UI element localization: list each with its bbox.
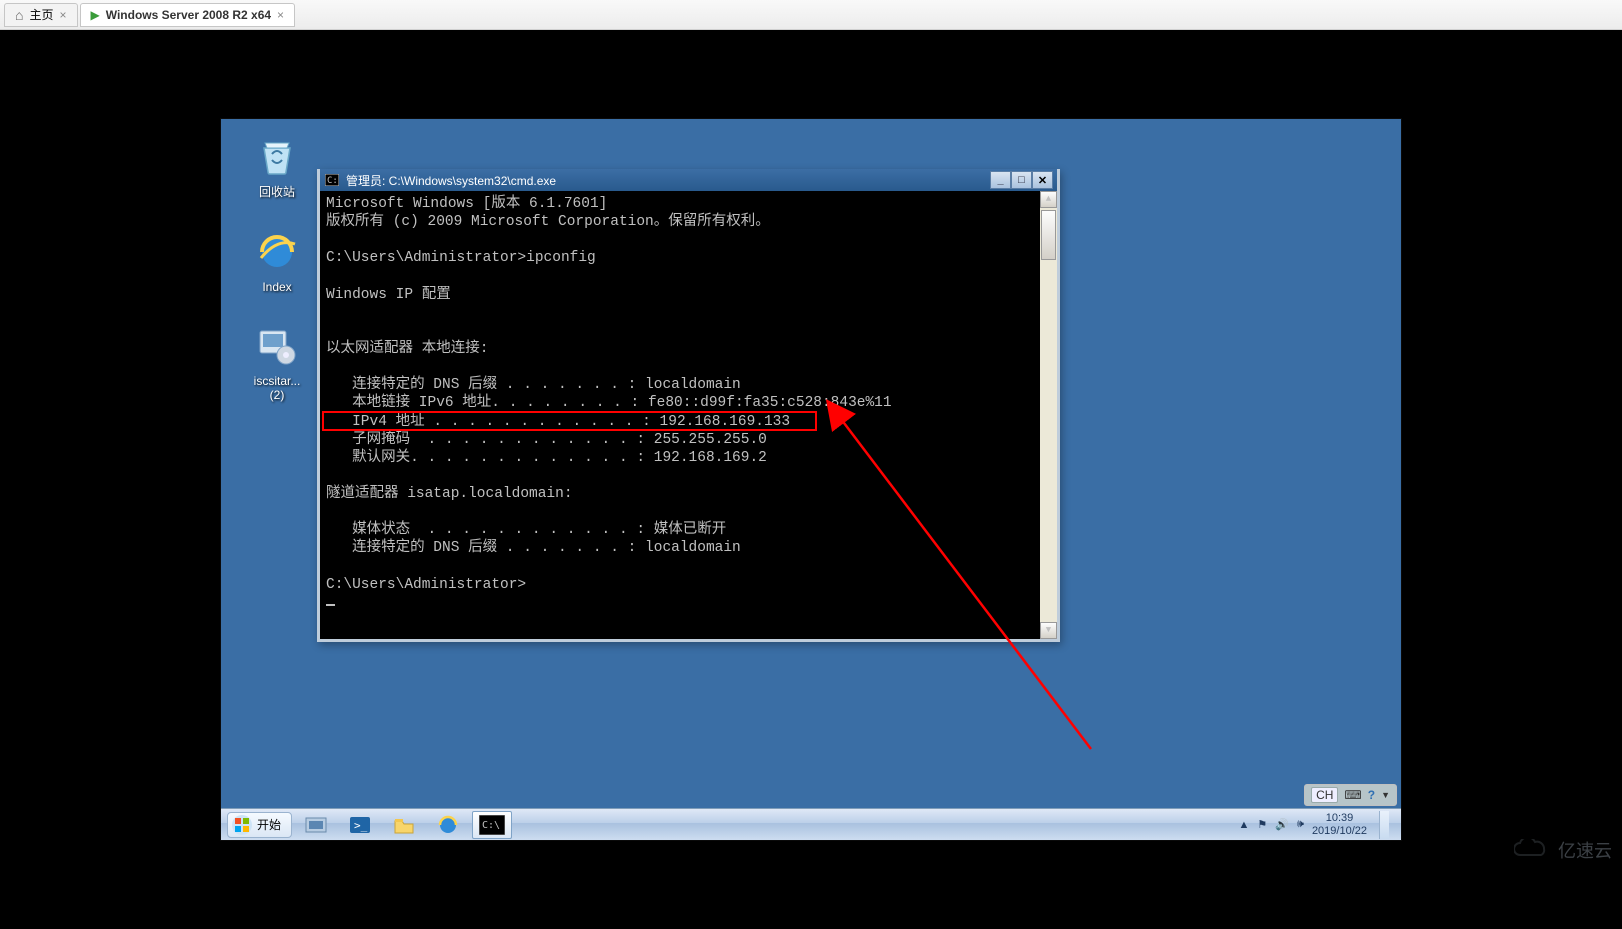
recycle-bin-icon [253, 131, 301, 179]
clock-date: 2019/10/22 [1312, 825, 1367, 837]
maximize-button[interactable]: □ [1011, 171, 1032, 189]
tray-expand-icon[interactable]: ▲ [1239, 819, 1250, 831]
desktop-icon-label: iscsitar... (2) [254, 374, 301, 402]
scroll-up-button[interactable]: ▲ [1040, 191, 1057, 208]
taskbar-item-ie[interactable] [428, 811, 468, 839]
tab-vm-label: Windows Server 2008 R2 x64 [106, 8, 271, 22]
help-icon[interactable]: ? [1368, 788, 1375, 802]
watermark-text: 亿速云 [1558, 837, 1612, 863]
desktop-icon-iscsitar[interactable]: iscsitar... (2) [237, 322, 317, 402]
tray-volume-icon[interactable]: 🔊 [1275, 818, 1289, 831]
cmd-scrollbar[interactable]: ▲ ▼ [1040, 191, 1057, 639]
svg-text:C:: C: [327, 176, 338, 186]
language-bar[interactable]: CH ⌨ ? ▼ [1304, 784, 1397, 806]
cmd-body[interactable]: Microsoft Windows [版本 6.1.7601] 版权所有 (c)… [320, 191, 1057, 639]
vm-monitor-icon: ▶ [91, 8, 100, 22]
cmd-output: Microsoft Windows [版本 6.1.7601] 版权所有 (c)… [326, 195, 1051, 594]
home-icon: ⌂ [15, 7, 23, 23]
clock-time: 10:39 [1312, 812, 1367, 824]
cmd-window[interactable]: C: 管理员: C:\Windows\system32\cmd.exe _ □ … [317, 169, 1060, 642]
watermark: 亿速云 [1514, 837, 1612, 863]
close-icon[interactable]: × [277, 8, 284, 22]
cmd-titlebar[interactable]: C: 管理员: C:\Windows\system32\cmd.exe _ □ … [320, 169, 1057, 191]
desktop-icon-recycle-bin[interactable]: 回收站 [237, 131, 317, 200]
cmd-icon: C: [324, 172, 340, 188]
drive-icon [253, 322, 301, 370]
taskbar-item-explorer[interactable] [384, 811, 424, 839]
cmd-title: 管理员: C:\Windows\system32\cmd.exe [346, 172, 556, 189]
tray-network-icon[interactable]: 🕪 [1297, 818, 1304, 831]
close-icon[interactable]: × [59, 8, 66, 22]
vm-desktop[interactable]: 回收站 Index [221, 119, 1401, 840]
vm-stage: 回收站 Index [0, 30, 1622, 929]
tray-flag-icon[interactable]: ⚑ [1257, 818, 1267, 831]
desktop-icon-index[interactable]: Index [237, 228, 317, 294]
close-button[interactable]: ✕ [1032, 171, 1053, 189]
desktop-icon-label: Index [262, 280, 291, 294]
minimize-button[interactable]: _ [990, 171, 1011, 189]
keyboard-icon[interactable]: ⌨ [1344, 788, 1361, 802]
tab-home[interactable]: ⌂ 主页 × [4, 3, 78, 27]
host-tab-bar: ⌂ 主页 × ▶ Windows Server 2008 R2 x64 × [0, 0, 1622, 30]
taskbar[interactable]: 开始 >_ C:\ ▲ ⚑ 🔊 🕪 [221, 808, 1401, 840]
tab-home-label: 主页 [29, 6, 53, 23]
svg-text:C:\: C:\ [482, 820, 500, 831]
chevron-down-icon[interactable]: ▼ [1381, 790, 1390, 800]
start-label: 开始 [257, 816, 281, 833]
tab-vm[interactable]: ▶ Windows Server 2008 R2 x64 × [80, 3, 296, 27]
desktop-icon-label: 回收站 [259, 183, 295, 200]
ie-icon [253, 228, 301, 276]
taskbar-item-powershell[interactable]: >_ [340, 811, 380, 839]
windows-logo-icon [232, 815, 252, 835]
scroll-down-button[interactable]: ▼ [1040, 622, 1057, 639]
cursor [326, 604, 335, 606]
taskbar-item-cmd[interactable]: C:\ [472, 811, 512, 839]
taskbar-item-server-manager[interactable] [296, 811, 336, 839]
scroll-thumb[interactable] [1041, 210, 1056, 260]
desktop-icons: 回收站 Index [235, 131, 319, 402]
system-tray[interactable]: ▲ ⚑ 🔊 🕪 10:39 2019/10/22 [1233, 811, 1395, 839]
show-desktop-button[interactable] [1379, 811, 1389, 839]
svg-text:>_: >_ [354, 819, 368, 832]
scroll-track[interactable] [1040, 208, 1057, 622]
window-controls: _ □ ✕ [990, 171, 1053, 189]
taskbar-clock[interactable]: 10:39 2019/10/22 [1312, 812, 1367, 836]
language-indicator[interactable]: CH [1311, 787, 1338, 803]
start-button[interactable]: 开始 [227, 812, 292, 838]
